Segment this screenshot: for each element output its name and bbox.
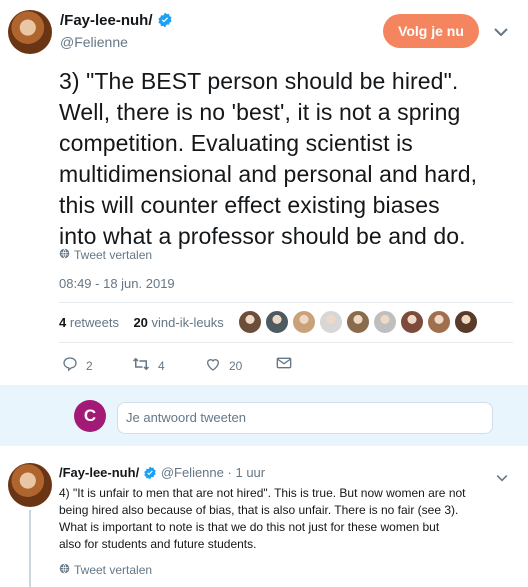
author-handle[interactable]: @Felienne [60, 34, 128, 50]
retweet-count: 4 [158, 358, 165, 373]
retweets-label: retweets [69, 315, 119, 330]
verified-badge-icon [143, 466, 157, 483]
direct-message-action[interactable] [276, 356, 292, 373]
reply-icon [62, 356, 78, 375]
reply-text-line: What is important to note is that we do … [59, 520, 440, 534]
reply-text-line: being hired also because of bias, that i… [59, 503, 459, 517]
tweet-text-line: Well, there is no 'best', it is not a sp… [59, 99, 461, 125]
reply-text-line: also for students and future students. [59, 537, 257, 551]
heart-icon [205, 356, 221, 375]
like-count: 20 [229, 358, 243, 373]
chevron-down-icon[interactable] [494, 24, 508, 42]
reply-action[interactable]: 2 [62, 356, 93, 375]
retweets-stat[interactable]: 4 retweets [59, 315, 119, 330]
envelope-icon [276, 356, 292, 373]
likers-avatars[interactable] [238, 310, 478, 334]
tweet-timestamp[interactable]: 08:49 - 18 jun. 2019 [59, 276, 175, 291]
liker-avatar[interactable] [427, 310, 451, 334]
reply-author-avatar[interactable] [8, 463, 52, 507]
liker-avatar[interactable] [454, 310, 478, 334]
likes-stat[interactable]: 20 vind-ik-leuks [133, 315, 223, 330]
liker-avatar[interactable] [346, 310, 370, 334]
current-user-avatar[interactable]: C [74, 400, 106, 432]
liker-avatar[interactable] [265, 310, 289, 334]
reply-header: /Fay-lee-nuh/ @Felienne · 1 uur [59, 465, 265, 483]
follow-button[interactable]: Volg je nu [383, 14, 479, 48]
tweet-text-line: this will counter effect existing biases [59, 192, 440, 218]
author-name-row[interactable]: /Fay-lee-nuh/ [60, 12, 173, 33]
author-avatar[interactable] [8, 10, 52, 54]
likes-label: vind-ik-leuks [151, 315, 224, 330]
globe-icon [59, 248, 70, 262]
tweet-text-line: competition. Evaluating scientist is [59, 130, 413, 156]
translate-label: Tweet vertalen [74, 248, 153, 262]
liker-avatar[interactable] [400, 310, 424, 334]
liker-avatar[interactable] [319, 310, 343, 334]
verified-badge-icon [157, 12, 173, 33]
liker-avatar[interactable] [238, 310, 262, 334]
globe-icon [59, 563, 70, 577]
tweet-stats: 4 retweets 20 vind-ik-leuks [59, 315, 224, 330]
reply-translate-link[interactable]: Tweet vertalen [59, 563, 152, 577]
thread-line [29, 510, 31, 587]
reply-text-line: 4) "It is unfair to men that are not hir… [59, 486, 466, 500]
separator: · [227, 465, 232, 480]
tweet-text-line: multidimensional and personal and hard, [59, 161, 478, 187]
reply-author-name[interactable]: /Fay-lee-nuh/ [59, 465, 139, 480]
retweets-count: 4 [59, 315, 67, 330]
translate-label: Tweet vertalen [74, 563, 153, 577]
reply-time[interactable]: 1 uur [235, 465, 265, 480]
liker-avatar[interactable] [292, 310, 316, 334]
tweet-text-line: 3) "The BEST person should be hired". [59, 68, 459, 94]
translate-tweet-link[interactable]: Tweet vertalen [59, 248, 152, 262]
likes-count: 20 [133, 315, 148, 330]
divider [59, 342, 513, 343]
divider [59, 302, 513, 303]
reply-author-handle[interactable]: @Felienne [161, 465, 224, 480]
tweet-text: 3) "The BEST person should be hired". We… [59, 66, 524, 252]
reply-text: 4) "It is unfair to men that are not hir… [59, 485, 521, 553]
liker-avatar[interactable] [373, 310, 397, 334]
reply-input[interactable]: Je antwoord tweeten [117, 402, 493, 434]
retweet-icon [132, 356, 150, 375]
like-action[interactable]: 20 [205, 356, 242, 375]
reply-count: 2 [86, 358, 93, 373]
author-display-name[interactable]: /Fay-lee-nuh/ [60, 12, 153, 29]
retweet-action[interactable]: 4 [132, 356, 165, 375]
